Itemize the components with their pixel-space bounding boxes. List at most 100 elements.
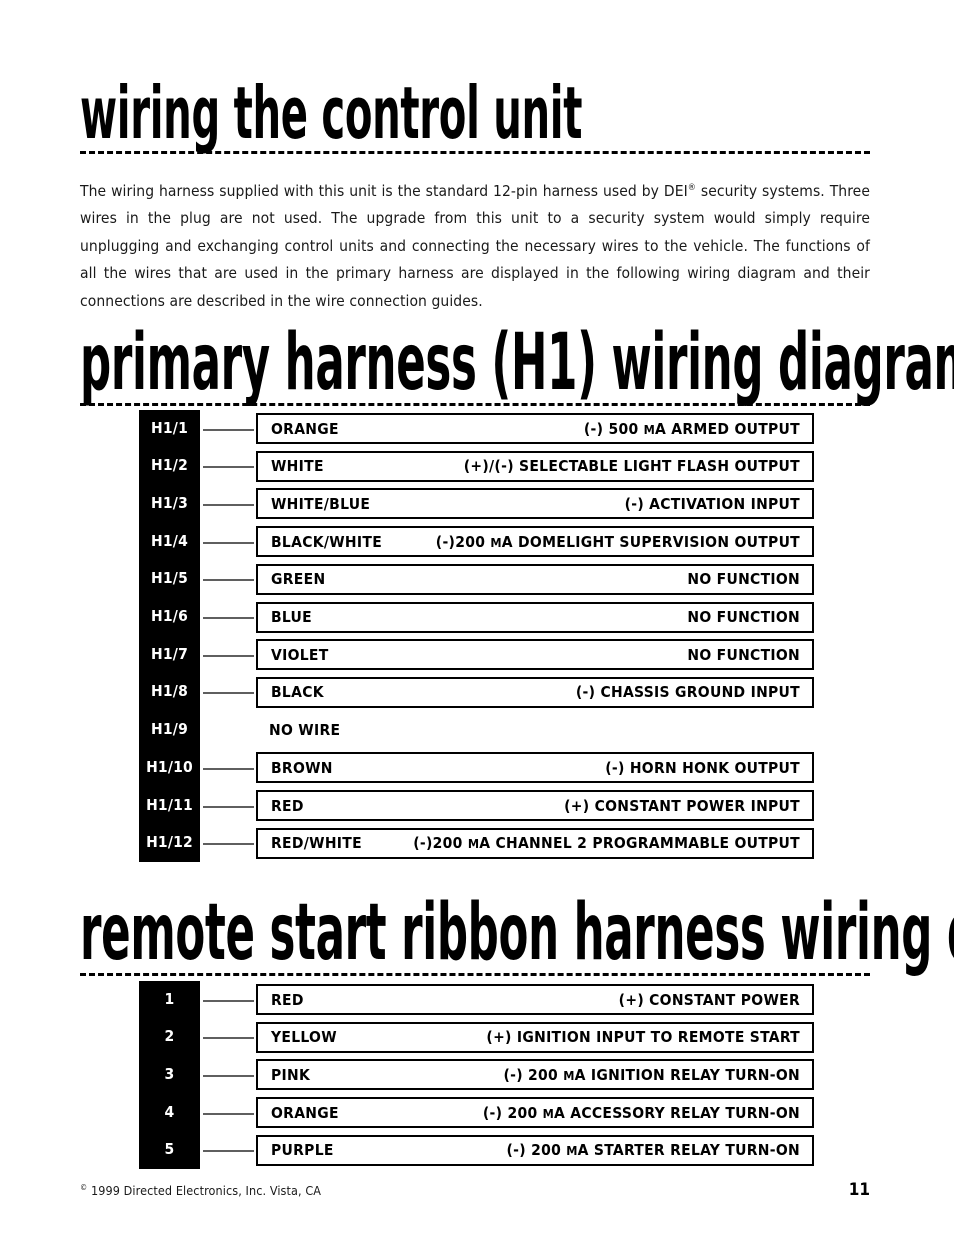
heading-text: remote start ribbon harness wiring diagr… (80, 888, 954, 978)
pin-label: 4 (164, 1102, 175, 1121)
wire-color-label: WHITE (271, 457, 324, 476)
pin-label: H1/2 (151, 456, 188, 475)
pin-label: H1/9 (151, 720, 188, 739)
pin-label: H1/6 (151, 607, 188, 625)
wire-row: PURPLE (-) 200 MA STARTER RELAY TURN-ON (256, 1134, 814, 1166)
wire-function-label: NO FUNCTION (687, 645, 800, 664)
wire-row: WHITE/BLUE (-) ACTIVATION INPUT (256, 488, 814, 520)
milliamp-unit: M (566, 1143, 578, 1159)
pin-label: 5 (164, 1140, 175, 1159)
wire-row: VIOLET NO FUNCTION (256, 639, 814, 671)
wire-function-label: (-) 200 MA ACCESSORY RELAY TURN-ON (482, 1103, 800, 1122)
section-heading-ribbon-harness: remote start ribbon harness wiring diagr… (80, 888, 954, 978)
wire-row: BLACK (-) CHASSIS GROUND INPUT (256, 676, 814, 708)
wire-row: BLACK/WHITE (-)200 MA DOMELIGHT SUPERVISI… (256, 526, 814, 558)
wire-row: NO WIRE (256, 715, 814, 746)
wire-color-label: RED (271, 796, 304, 815)
pin-label: 1 (164, 989, 175, 1008)
wire-color-label: PINK (271, 1065, 311, 1084)
wire-function-label: NO FUNCTION (687, 608, 800, 626)
wire-function-label: (-) 200 MA STARTER RELAY TURN-ON (506, 1141, 800, 1160)
wire-color-label: ORANGE (271, 419, 339, 438)
wire-row: RED/WHITE (-)200 MA CHANNEL 2 PROGRAMMABL… (256, 827, 814, 859)
section-heading-wiring-control-unit: wiring the control unit (80, 71, 870, 155)
wire-color-label: BROWN (271, 758, 333, 777)
milliamp-unit: M (643, 421, 656, 437)
pin-label: H1/11 (146, 795, 193, 814)
wire-row: RED (+) CONSTANT POWER INPUT (256, 790, 814, 821)
document-page: wiring the control unit The wiring harne… (0, 0, 954, 1235)
wire-color-label: VIOLET (271, 645, 329, 664)
pin-label: H1/5 (151, 569, 188, 588)
pin-connector-line (203, 617, 254, 619)
pin-label: H1/8 (151, 682, 188, 701)
pin-connector-line (203, 1150, 254, 1153)
wire-row: YELLOW (+) IGNITION INPUT TO REMOTE START (256, 1021, 814, 1053)
wire-row: BLUE NO FUNCTION (256, 601, 814, 633)
wire-function-label: (-)200 MA CHANNEL 2 PROGRAMMABLE OUTPUT (413, 834, 800, 853)
wire-color-label: PURPLE (271, 1141, 334, 1160)
pin-label: 2 (164, 1027, 175, 1046)
pin-label: 3 (164, 1064, 175, 1083)
pin-connector-line (203, 1074, 254, 1077)
copyright-notice: © 1999 Directed Electronics, Inc. Vista,… (80, 1183, 321, 1198)
milliamp-unit: M (467, 836, 480, 852)
pin-label: H1/12 (146, 833, 193, 852)
wire-color-label: RED (271, 990, 304, 1009)
wire-color-label: WHITE/BLUE (271, 494, 371, 513)
paragraph-part-two: security systems. Three wires in the plu… (80, 181, 870, 310)
pin-connector-line (203, 1037, 254, 1040)
copyright-symbol: © (80, 1182, 88, 1192)
pin-connector-line (203, 541, 254, 544)
wire-color-label: BLACK (271, 683, 324, 702)
pin-label: H1/7 (151, 644, 188, 663)
wire-row: ORANGE (-) 500 MA ARMED OUTPUT (256, 413, 814, 444)
wire-color-label: YELLOW (271, 1028, 337, 1047)
heading-text: wiring the control unit (80, 71, 583, 155)
pin-connector-line (203, 654, 254, 657)
copyright-text: 1999 Directed Electronics, Inc. Vista, C… (90, 1183, 322, 1198)
wire-function-label: (+) CONSTANT POWER INPUT (564, 796, 800, 815)
milliamp-unit: M (490, 534, 502, 550)
pin-connector-line (203, 579, 254, 582)
wire-row: GREEN NO FUNCTION (256, 563, 814, 595)
pin-label: H1/4 (151, 531, 188, 550)
pin-label: H1/1 (151, 418, 188, 437)
pin-connector-line (203, 1112, 254, 1115)
wire-color-label: BLUE (271, 608, 313, 626)
wire-function-label: (+)/(-) SELECTABLE LIGHT FLASH OUTPUT (463, 457, 800, 476)
intro-paragraph: The wiring harness supplied with this un… (80, 178, 870, 316)
wire-row: RED (+) CONSTANT POWER (256, 984, 814, 1015)
registered-trademark-mark: ® (687, 182, 696, 193)
wire-color-label: BLACK/WHITE (271, 532, 383, 551)
pin-label: H1/3 (151, 493, 188, 512)
primary-harness-pin-bar: H1/1 H1/2 H1/3 H1/4 H1/5 H1/6 H1/7 H1/8 H1/9 H1/1… (139, 410, 200, 862)
wire-function-label: (-)200 MA DOMELIGHT SUPERVISION OUTPUT (435, 532, 800, 551)
wire-function-label: (-) 200 MA IGNITION RELAY TURN-ON (503, 1065, 800, 1084)
wire-function-label: (-) 500 MA ARMED OUTPUT (583, 419, 800, 438)
milliamp-unit: M (563, 1067, 575, 1083)
primary-harness-diagram: H1/1 H1/2 H1/3 H1/4 H1/5 H1/6 H1/7 H1/8 H1/9 H1/1… (139, 410, 814, 862)
milliamp-unit: M (542, 1105, 555, 1121)
page-number: 11 (848, 1180, 870, 1200)
paragraph-part-one: The wiring harness supplied with this un… (80, 181, 688, 200)
wire-function-label: (+) CONSTANT POWER (618, 990, 800, 1009)
wire-function-label: (-) CHASSIS GROUND INPUT (575, 683, 800, 702)
wire-row: PINK (-) 200 MA IGNITION RELAY TURN-ON (256, 1059, 814, 1091)
wire-row: BROWN (-) HORN HONK OUTPUT (256, 752, 814, 784)
page-footer: © 1999 Directed Electronics, Inc. Vista,… (80, 1180, 870, 1200)
wire-color-label: ORANGE (271, 1103, 339, 1122)
ribbon-harness-pin-bar: 1 2 3 4 5 (139, 981, 200, 1169)
wire-color-label: NO WIRE (269, 721, 341, 740)
section-heading-primary-harness: primary harness (H1) wiring diagram (80, 324, 954, 407)
wire-row: ORANGE (-) 200 MA ACCESSORY RELAY TURN-ON (256, 1097, 814, 1129)
pin-connector-line (203, 843, 254, 846)
wire-function-label: NO FUNCTION (687, 570, 800, 589)
pin-connector-line (203, 428, 254, 431)
pin-connector-line (203, 767, 254, 770)
pin-connector-line (203, 999, 254, 1002)
wire-function-label: (-) ACTIVATION INPUT (624, 494, 800, 513)
pin-connector-line (203, 503, 254, 506)
wire-color-label: RED/WHITE (271, 834, 362, 853)
pin-connector-line (203, 805, 254, 808)
